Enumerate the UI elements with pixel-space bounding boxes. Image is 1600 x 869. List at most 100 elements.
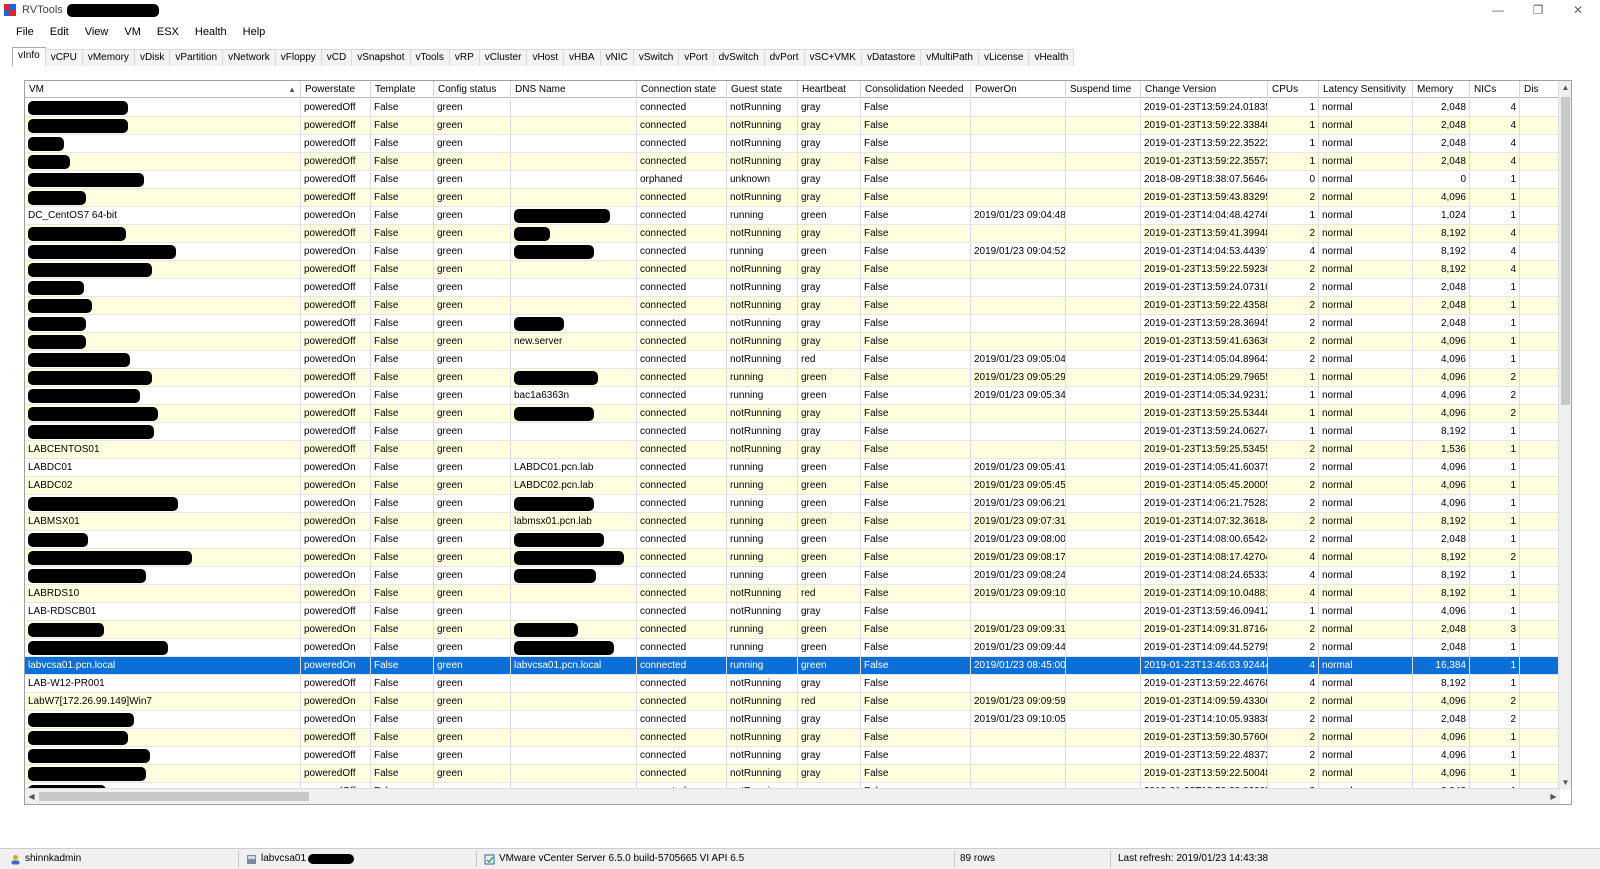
table-row[interactable]: poweredOff False green connected notRunning g… xyxy=(25,297,1560,315)
tab-vrp[interactable]: vRP xyxy=(448,49,480,66)
tab-vfloppy[interactable]: vFloppy xyxy=(274,49,322,66)
table-row[interactable]: poweredOn False green connected notRunning gr… xyxy=(25,711,1560,729)
menu-esx[interactable]: ESX xyxy=(149,26,187,38)
tab-vlicense[interactable]: vLicense xyxy=(977,49,1030,66)
table-row[interactable]: poweredOff False green connected notRunning g… xyxy=(25,747,1560,765)
column-header-poweron[interactable]: PowerOn xyxy=(971,81,1066,98)
column-header-cpus[interactable]: CPUs xyxy=(1268,81,1319,98)
horizontal-scrollbar[interactable]: ◀ ▶ xyxy=(25,788,1560,804)
column-header-config-status[interactable]: Config status xyxy=(434,81,511,98)
table-row[interactable]: poweredOff False green connected notRunning g… xyxy=(25,99,1560,117)
tab-vdisk[interactable]: vDisk xyxy=(133,49,171,66)
scroll-down-icon[interactable]: ▼ xyxy=(1559,778,1571,787)
table-row[interactable]: poweredOff False green connected notRunning g… xyxy=(25,729,1560,747)
tab-vhost[interactable]: vHost xyxy=(526,49,565,66)
scroll-left-icon[interactable]: ◀ xyxy=(25,792,38,801)
horizontal-scroll-thumb[interactable] xyxy=(39,792,309,801)
menu-view[interactable]: View xyxy=(77,26,117,38)
table-row[interactable]: poweredOff False green connected notRunning g… xyxy=(25,261,1560,279)
table-row[interactable]: poweredOff False green connected notRunning g… xyxy=(25,765,1560,783)
menu-help[interactable]: Help xyxy=(235,26,274,38)
menu-file[interactable]: File xyxy=(8,26,42,38)
table-row[interactable]: poweredOn False green connected running green… xyxy=(25,621,1560,639)
tab-vmemory[interactable]: vMemory xyxy=(81,49,135,66)
tab-vnic[interactable]: vNIC xyxy=(599,49,634,66)
column-header-consolidation-needed[interactable]: Consolidation Needed xyxy=(861,81,971,98)
column-header-latency-sensitivity[interactable]: Latency Sensitivity xyxy=(1319,81,1413,98)
column-header-powerstate[interactable]: Powerstate xyxy=(301,81,371,98)
vertical-scroll-thumb[interactable] xyxy=(1561,97,1570,405)
scroll-up-icon[interactable]: ▲ xyxy=(1559,83,1571,92)
cell-vm: LAB-RDSCB01 xyxy=(25,603,301,621)
table-row[interactable]: poweredOff False green new.server connected n… xyxy=(25,333,1560,351)
table-row[interactable]: poweredOff False green connected notRunning g… xyxy=(25,315,1560,333)
tab-vmultipath[interactable]: vMultiPath xyxy=(920,49,979,66)
tab-vport[interactable]: vPort xyxy=(678,49,714,66)
table-row[interactable]: poweredOff False green connected running gree… xyxy=(25,369,1560,387)
table-row[interactable]: poweredOn False green connected running green… xyxy=(25,549,1560,567)
vertical-scrollbar[interactable]: ▲ ▼ xyxy=(1558,81,1571,789)
table-row[interactable]: poweredOff False green connected notRunning g… xyxy=(25,225,1560,243)
table-row[interactable]: poweredOff False green connected notRunning g… xyxy=(25,405,1560,423)
column-header-template[interactable]: Template xyxy=(371,81,434,98)
menu-health[interactable]: Health xyxy=(187,26,235,38)
tab-vpartition[interactable]: vPartition xyxy=(169,49,224,66)
table-row[interactable]: LabW7[172.26.99.149]Win7 poweredOn False gr… xyxy=(25,693,1560,711)
tab-vcluster[interactable]: vCluster xyxy=(478,49,528,66)
restore-icon[interactable]: ❐ xyxy=(1520,0,1556,20)
menu-vm[interactable]: VM xyxy=(116,26,149,38)
table-row[interactable]: LABMSX01 poweredOn False green labmsx01.pcn.… xyxy=(25,513,1560,531)
table-row[interactable]: poweredOn False green connected running green… xyxy=(25,495,1560,513)
column-header-dis[interactable]: Dis xyxy=(1520,81,1560,98)
table-row[interactable]: poweredOff False green connected notRunning g… xyxy=(25,279,1560,297)
table-row[interactable]: poweredOff False green orphaned unknown gray F… xyxy=(25,171,1560,189)
tab-vsc-vmk[interactable]: vSC+VMK xyxy=(803,49,862,66)
tab-vdatastore[interactable]: vDatastore xyxy=(860,49,922,66)
cell-cpus: 4 xyxy=(1268,675,1319,693)
column-header-suspend-time[interactable]: Suspend time xyxy=(1066,81,1141,98)
table-row[interactable]: LAB-RDSCB01 poweredOff False green connected… xyxy=(25,603,1560,621)
tab-vhealth[interactable]: vHealth xyxy=(1028,49,1075,66)
column-header-vm[interactable]: VM ▲ xyxy=(25,81,301,98)
tab-vcd[interactable]: vCD xyxy=(320,49,353,66)
vinfo-grid[interactable]: VM ▲ Powerstate Template Config status DNS Na… xyxy=(24,80,1572,805)
table-row-selected[interactable]: labvcsa01.pcn.local poweredOn False green la… xyxy=(25,657,1560,675)
table-row[interactable]: LABDC01 poweredOn False green LABDC01.pcn.la… xyxy=(25,459,1560,477)
column-header-connection-state[interactable]: Connection state xyxy=(637,81,727,98)
close-icon[interactable]: ✕ xyxy=(1560,0,1596,20)
tab-vnetwork[interactable]: vNetwork xyxy=(222,49,276,66)
table-row[interactable]: poweredOn False green bac1a6363n connected ru… xyxy=(25,387,1560,405)
tab-vinfo[interactable]: vInfo xyxy=(12,47,46,66)
table-row[interactable]: LAB-W12-PR001 poweredOff False green connect… xyxy=(25,675,1560,693)
tab-dvport[interactable]: dvPort xyxy=(763,49,805,66)
table-row[interactable]: LABRDS10 poweredOn False green connected notR… xyxy=(25,585,1560,603)
table-row[interactable]: poweredOn False green connected running green… xyxy=(25,567,1560,585)
column-header-change-version[interactable]: Change Version xyxy=(1141,81,1268,98)
column-header-memory[interactable]: Memory xyxy=(1413,81,1470,98)
table-row[interactable]: poweredOff False green connected notRunning g… xyxy=(25,135,1560,153)
tab-vhba[interactable]: vHBA xyxy=(563,49,601,66)
table-row[interactable]: poweredOff False green connected notRunning g… xyxy=(25,189,1560,207)
table-row[interactable]: poweredOff False green connected notRunning g… xyxy=(25,423,1560,441)
table-row[interactable]: poweredOff False green connected notRunning g… xyxy=(25,117,1560,135)
table-row[interactable]: DC_CentOS7 64-bit poweredOn False green conn… xyxy=(25,207,1560,225)
tab-vswitch[interactable]: vSwitch xyxy=(632,49,680,66)
table-row[interactable]: poweredOn False green connected running green… xyxy=(25,243,1560,261)
table-row[interactable]: poweredOn False green connected running green… xyxy=(25,639,1560,657)
column-header-heartbeat[interactable]: Heartbeat xyxy=(798,81,861,98)
tab-dvswitch[interactable]: dvSwitch xyxy=(712,49,765,66)
table-row[interactable]: LABCENTOS01 poweredOff False green connected… xyxy=(25,441,1560,459)
table-row[interactable]: poweredOn False green connected running green… xyxy=(25,531,1560,549)
column-header-nics[interactable]: NICs xyxy=(1470,81,1520,98)
tab-vcpu[interactable]: vCPU xyxy=(44,49,83,66)
tab-vsnapshot[interactable]: vSnapshot xyxy=(351,49,411,66)
table-row[interactable]: poweredOn False green connected notRunning re… xyxy=(25,351,1560,369)
menu-edit[interactable]: Edit xyxy=(42,26,77,38)
scroll-right-icon[interactable]: ▶ xyxy=(1547,792,1560,801)
table-row[interactable]: poweredOff False green connected notRunning g… xyxy=(25,153,1560,171)
column-header-guest-state[interactable]: Guest state xyxy=(727,81,798,98)
tab-vtools[interactable]: vTools xyxy=(409,49,450,66)
table-row[interactable]: LABDC02 poweredOn False green LABDC02.pcn.la… xyxy=(25,477,1560,495)
column-header-dns-name[interactable]: DNS Name xyxy=(511,81,637,98)
minimize-icon[interactable]: — xyxy=(1480,0,1516,20)
